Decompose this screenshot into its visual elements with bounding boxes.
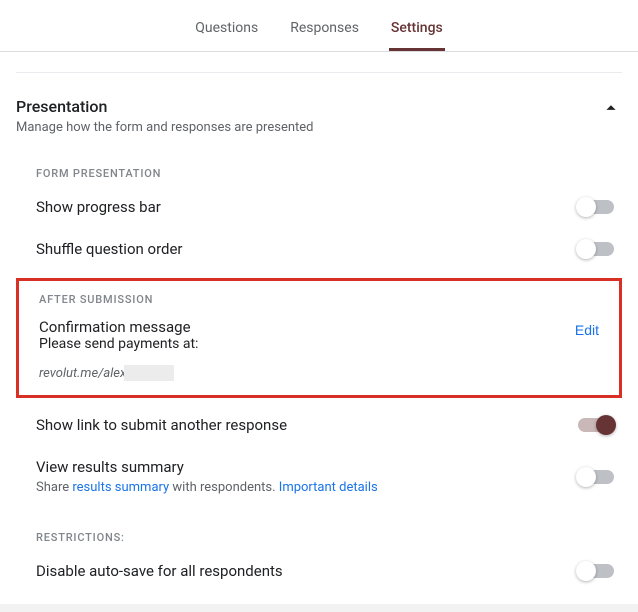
group-after-submission: AFTER SUBMISSION [19, 283, 619, 312]
highlight-box: AFTER SUBMISSION Confirmation message Pl… [16, 278, 622, 398]
row-disable-autosave: Disable auto-save for all respondents [16, 550, 622, 592]
chevron-up-icon[interactable] [600, 97, 622, 123]
section-title: Presentation [16, 97, 314, 116]
toggle-progress-bar[interactable] [578, 200, 614, 214]
tab-settings[interactable]: Settings [389, 10, 445, 51]
confirmation-value: revolut.me/alex [19, 352, 126, 391]
tabs-bar: Questions Responses Settings [0, 10, 638, 52]
toggle-disable-autosave[interactable] [578, 564, 614, 578]
tab-responses[interactable]: Responses [288, 10, 361, 51]
shuffle-label: Shuffle question order [36, 240, 183, 258]
confirmation-label: Confirmation message [39, 318, 198, 336]
redacted-smudge [124, 365, 174, 381]
toggle-shuffle[interactable] [578, 242, 614, 256]
results-summary-link[interactable]: results summary [72, 480, 169, 495]
submit-another-label: Show link to submit another response [36, 416, 287, 434]
important-details-link[interactable]: Important details [279, 480, 378, 495]
toggle-results-summary[interactable] [578, 470, 614, 484]
row-shuffle: Shuffle question order [16, 228, 622, 270]
disable-autosave-label: Disable auto-save for all respondents [36, 562, 283, 580]
results-sub-pre: Share [36, 480, 72, 495]
row-submit-another: Show link to submit another response [16, 404, 622, 446]
row-results-summary: View results summary Share results summa… [16, 446, 622, 507]
results-sub: Share results summary with respondents. … [36, 480, 378, 495]
results-label: View results summary [36, 458, 378, 476]
section-header[interactable]: Presentation Manage how the form and res… [16, 73, 622, 143]
tab-questions[interactable]: Questions [193, 10, 260, 51]
footer-gap [0, 604, 638, 612]
group-form-presentation: FORM PRESENTATION [16, 143, 622, 186]
row-progress-bar: Show progress bar [16, 186, 622, 228]
confirmation-text: Please send payments at: [39, 336, 198, 352]
toggle-submit-another[interactable] [578, 418, 614, 432]
edit-button[interactable]: Edit [567, 318, 607, 342]
section-subtitle: Manage how the form and responses are pr… [16, 120, 314, 135]
group-restrictions: RESTRICTIONS: [16, 507, 622, 550]
progress-bar-label: Show progress bar [36, 198, 161, 216]
results-sub-mid: with respondents. [169, 480, 279, 495]
